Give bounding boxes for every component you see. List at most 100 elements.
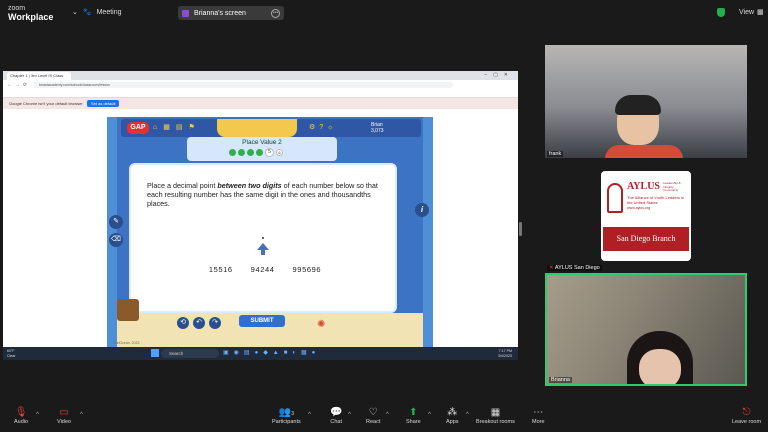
nav-arrows-icon[interactable]: ←→⟳ — [7, 82, 30, 88]
apps-button[interactable]: ⁂ Apps — [446, 406, 459, 425]
apps-icon: ⁂ — [447, 407, 458, 418]
participant-name-text: AYLUS San Diego — [554, 265, 600, 271]
share-button[interactable]: ⬆ Share — [406, 406, 421, 425]
infobar-text: Google Chrome isn't your default browser — [9, 101, 83, 106]
question-card: Place a decimal point between two digits… — [129, 163, 397, 313]
meeting-info-button[interactable]: ⌄ 🐾 Meeting — [72, 8, 122, 17]
info-icon[interactable]: i — [415, 203, 429, 217]
share-screen-icon: ⬆ — [409, 407, 418, 418]
up-arrow-icon — [257, 243, 269, 250]
game-footer: CuriOcean, 2023 — [113, 341, 140, 345]
more-icon: ⋯ — [533, 407, 544, 418]
aylus-website: www.aylus.org — [627, 206, 651, 210]
eraser-tool-icon[interactable]: ⌫ — [109, 233, 123, 247]
shared-screen[interactable]: Chapter 1 | 3rd Level IS Class –▢✕ ←→⟳ b… — [3, 71, 518, 360]
participants-icon: 👥3 — [278, 407, 294, 418]
set-default-button[interactable]: Set as default — [87, 100, 120, 107]
react-options-chevron-icon[interactable]: ^ — [386, 412, 389, 418]
progress-dot-done — [229, 149, 236, 156]
user-score: 3,073 — [371, 128, 384, 134]
audio-options-chevron-icon[interactable]: ^ — [36, 412, 39, 418]
game-tool-icons[interactable]: ⚙?☼ — [309, 123, 338, 131]
browser-tab[interactable]: Chapter 1 | 3rd Level IS Class — [7, 72, 71, 80]
breakout-rooms-button[interactable]: ▦ Breakout rooms — [476, 406, 515, 425]
game-nav-icons[interactable]: ⌂▦▤⚑ — [153, 123, 201, 131]
torch-icon — [607, 183, 623, 213]
video-options-chevron-icon[interactable]: ^ — [80, 412, 83, 418]
share-avatar-icon — [182, 9, 189, 17]
progress-dots: 5 6 — [229, 148, 283, 157]
weather-widget[interactable]: 60°F Clear — [7, 349, 16, 358]
crab-icon: ✺ — [317, 319, 326, 330]
taskbar-app-icons[interactable]: ▣◉▤●◆▲■◐▦● — [223, 349, 320, 356]
chevron-down-icon: ⌄ — [72, 9, 78, 16]
cursor-dot — [262, 237, 264, 239]
lesson-title-bar: Place Value 2 5 6 — [187, 137, 337, 161]
number-item[interactable]: 15516 — [209, 265, 233, 274]
browser-tab-bar: Chapter 1 | 3rd Level IS Class –▢✕ — [3, 71, 518, 80]
reset-icon[interactable]: ⟲ — [177, 317, 189, 329]
progress-dot-done — [238, 149, 245, 156]
breakout-label: Breakout rooms — [476, 419, 515, 425]
weather-temp: 60°F — [7, 349, 15, 353]
zoom-toolbar: 🎙 Audio ^ ▭ Video ^ 👥3 Participants ^ 💬 … — [0, 404, 768, 432]
user-badge[interactable]: Brian 3,073 — [371, 122, 384, 134]
number-item[interactable]: 995696 — [293, 265, 322, 274]
zoom-top-bar: zoom Workplace ⌄ 🐾 Meeting Brianna's scr… — [0, 0, 768, 28]
chat-options-chevron-icon[interactable]: ^ — [348, 412, 351, 418]
taskbar-search[interactable]: Search — [161, 349, 219, 358]
leave-icon: ⎋ — [742, 407, 751, 418]
clock-date: 3/4/2023 — [498, 353, 512, 358]
submit-button[interactable]: SUBMIT — [239, 315, 285, 327]
participant-name: ✕ AYLUS San Diego — [547, 265, 602, 271]
muted-mic-icon: ✕ — [549, 265, 554, 271]
number-list: 15516 94244 995696 — [131, 265, 399, 274]
game-frame-left — [107, 117, 117, 347]
leave-room-button[interactable]: ⎋ Leave room — [732, 406, 761, 425]
grid-icon: ▦ — [757, 9, 764, 16]
aylus-name: AYLUS — [627, 181, 660, 192]
participant-name: Brianna — [549, 377, 572, 383]
video-button[interactable]: ▭ Video — [57, 406, 71, 425]
zoom-logo: zoom Workplace — [8, 5, 54, 22]
participants-options-chevron-icon[interactable]: ^ — [308, 412, 311, 418]
redo-icon[interactable]: ↷ — [209, 317, 221, 329]
security-shield-icon[interactable] — [717, 8, 725, 17]
math-game: GAP ⌂▦▤⚑ ⚙?☼ Brian 3,073 Place Value 2 5… — [107, 117, 433, 347]
share-label: Share — [406, 419, 421, 425]
participant-shirt — [605, 145, 683, 158]
apps-options-chevron-icon[interactable]: ^ — [466, 412, 469, 418]
address-bar[interactable]: beastacademy.com/school/classroom/lesson — [33, 82, 453, 88]
participants-button[interactable]: 👥3 Participants — [272, 406, 301, 425]
logo-line-2: Workplace — [8, 12, 54, 22]
windows-taskbar: 60°F Clear Search ▣◉▤●◆▲■◐▦● 7:17 PM 3/4… — [3, 347, 518, 360]
react-button[interactable]: ♡ React — [366, 406, 380, 425]
share-options-chevron-icon[interactable]: ^ — [428, 412, 431, 418]
number-item[interactable]: 94244 — [251, 265, 275, 274]
apps-label: Apps — [446, 419, 459, 425]
video-tile-frank[interactable]: frank — [545, 45, 747, 158]
more-button[interactable]: ⋯ More — [532, 406, 545, 425]
audio-button[interactable]: 🎙 Audio — [14, 406, 28, 425]
participant-hair — [615, 95, 661, 115]
windows-start-icon[interactable] — [151, 349, 159, 357]
undo-icon[interactable]: ↶ — [193, 317, 205, 329]
aylus-full-name: The Alliance of Youth Leaders in the Uni… — [627, 195, 685, 205]
panel-resize-handle[interactable] — [519, 222, 522, 236]
window-controls[interactable]: –▢✕ — [484, 72, 514, 78]
video-tile-brianna[interactable]: Brianna — [545, 273, 747, 386]
view-button[interactable]: View ▦ — [736, 8, 764, 16]
bookmarks-bar — [3, 90, 518, 98]
paw-icon: 🐾 — [82, 9, 92, 16]
taskbar-clock[interactable]: 7:17 PM 3/4/2023 — [498, 349, 512, 358]
participants-count: 3 — [291, 411, 294, 417]
share-options-icon[interactable]: ••• — [271, 8, 280, 18]
chat-button[interactable]: 💬 Chat — [330, 406, 342, 425]
screen-share-indicator[interactable]: Brianna's screen ••• — [178, 6, 284, 20]
aylus-tagline: Leadership & Integrity Community — [663, 181, 681, 192]
treasure-chest-icon — [117, 299, 139, 321]
game-logo[interactable]: GAP — [127, 122, 149, 134]
video-tile-aylus[interactable]: AYLUS Leadership & Integrity Community T… — [545, 159, 747, 272]
progress-dot-next: 6 — [276, 149, 283, 156]
pencil-tool-icon[interactable]: ✎ — [109, 215, 123, 229]
